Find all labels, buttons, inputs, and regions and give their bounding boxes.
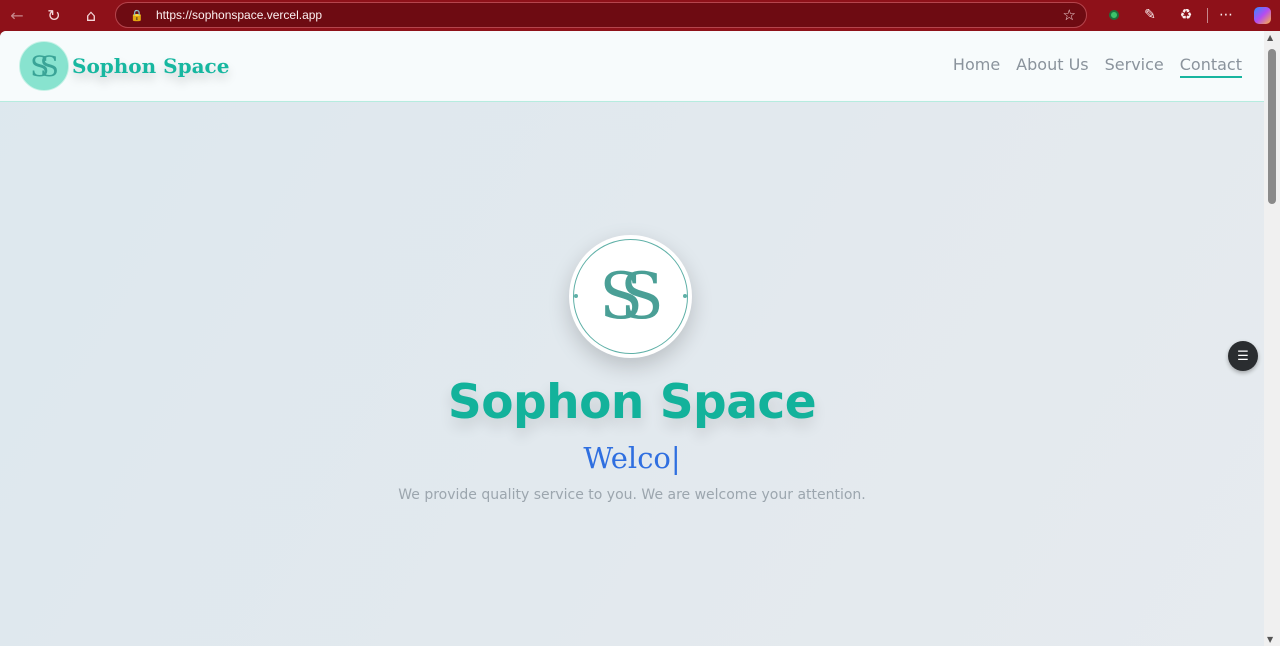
reload-icon[interactable]: ↻ bbox=[42, 4, 66, 26]
site-header: SS Sophon Space Home About Us Service Co… bbox=[0, 31, 1264, 102]
more-icon[interactable]: ⋯ bbox=[1216, 5, 1236, 25]
scroll-down-icon[interactable]: ▼ bbox=[1267, 635, 1273, 644]
hero-logo-mark: SS bbox=[599, 259, 663, 334]
nav-home[interactable]: Home bbox=[953, 55, 1000, 78]
hero-logo-dot-left bbox=[574, 294, 578, 298]
logo[interactable]: SS bbox=[19, 41, 69, 91]
puzzle-icon[interactable]: ♻ bbox=[1176, 5, 1196, 25]
nav-about-us[interactable]: About Us bbox=[1016, 55, 1088, 78]
copilot-icon[interactable] bbox=[1252, 5, 1272, 25]
lock-icon[interactable]: 🔒 bbox=[130, 8, 144, 22]
typed-text: Welco bbox=[583, 441, 671, 475]
hero-logo: SS bbox=[569, 235, 692, 358]
logo-mark: SS bbox=[30, 49, 59, 83]
hero-title: Sophon Space bbox=[447, 375, 817, 430]
scrollbar[interactable]: ▲ ▼ bbox=[1264, 31, 1280, 646]
address-bar[interactable]: 🔒 https://sophonspace.vercel.app ☆ bbox=[115, 2, 1087, 28]
pen-icon[interactable]: ✎ bbox=[1140, 5, 1160, 25]
settings-float-icon[interactable]: ☰ bbox=[1228, 341, 1258, 371]
hero-subtitle: We provide quality service to you. We ar… bbox=[398, 487, 866, 503]
scroll-up-icon[interactable]: ▲ bbox=[1267, 33, 1273, 42]
brand-name[interactable]: Sophon Space bbox=[72, 54, 229, 78]
star-icon[interactable]: ☆ bbox=[1063, 6, 1076, 24]
typewriter-text: Welco| bbox=[0, 441, 1264, 475]
typing-caret: | bbox=[670, 441, 681, 475]
nav-service[interactable]: Service bbox=[1105, 55, 1164, 78]
toolbar-divider bbox=[1207, 8, 1208, 23]
url-text[interactable]: https://sophonspace.vercel.app bbox=[156, 8, 322, 22]
browser-toolbar: ← ↻ ⌂ 🔒 https://sophonspace.vercel.app ☆… bbox=[0, 0, 1280, 31]
hero-logo-dot-right bbox=[683, 294, 687, 298]
home-icon[interactable]: ⌂ bbox=[79, 4, 103, 26]
back-icon[interactable]: ← bbox=[5, 4, 29, 26]
main-nav: Home About Us Service Contact bbox=[953, 55, 1242, 78]
nav-contact[interactable]: Contact bbox=[1179, 55, 1242, 78]
scroll-thumb[interactable] bbox=[1268, 49, 1276, 204]
page-viewport: SS Sophon Space Home About Us Service Co… bbox=[0, 31, 1280, 646]
extension-icon[interactable] bbox=[1104, 5, 1124, 25]
